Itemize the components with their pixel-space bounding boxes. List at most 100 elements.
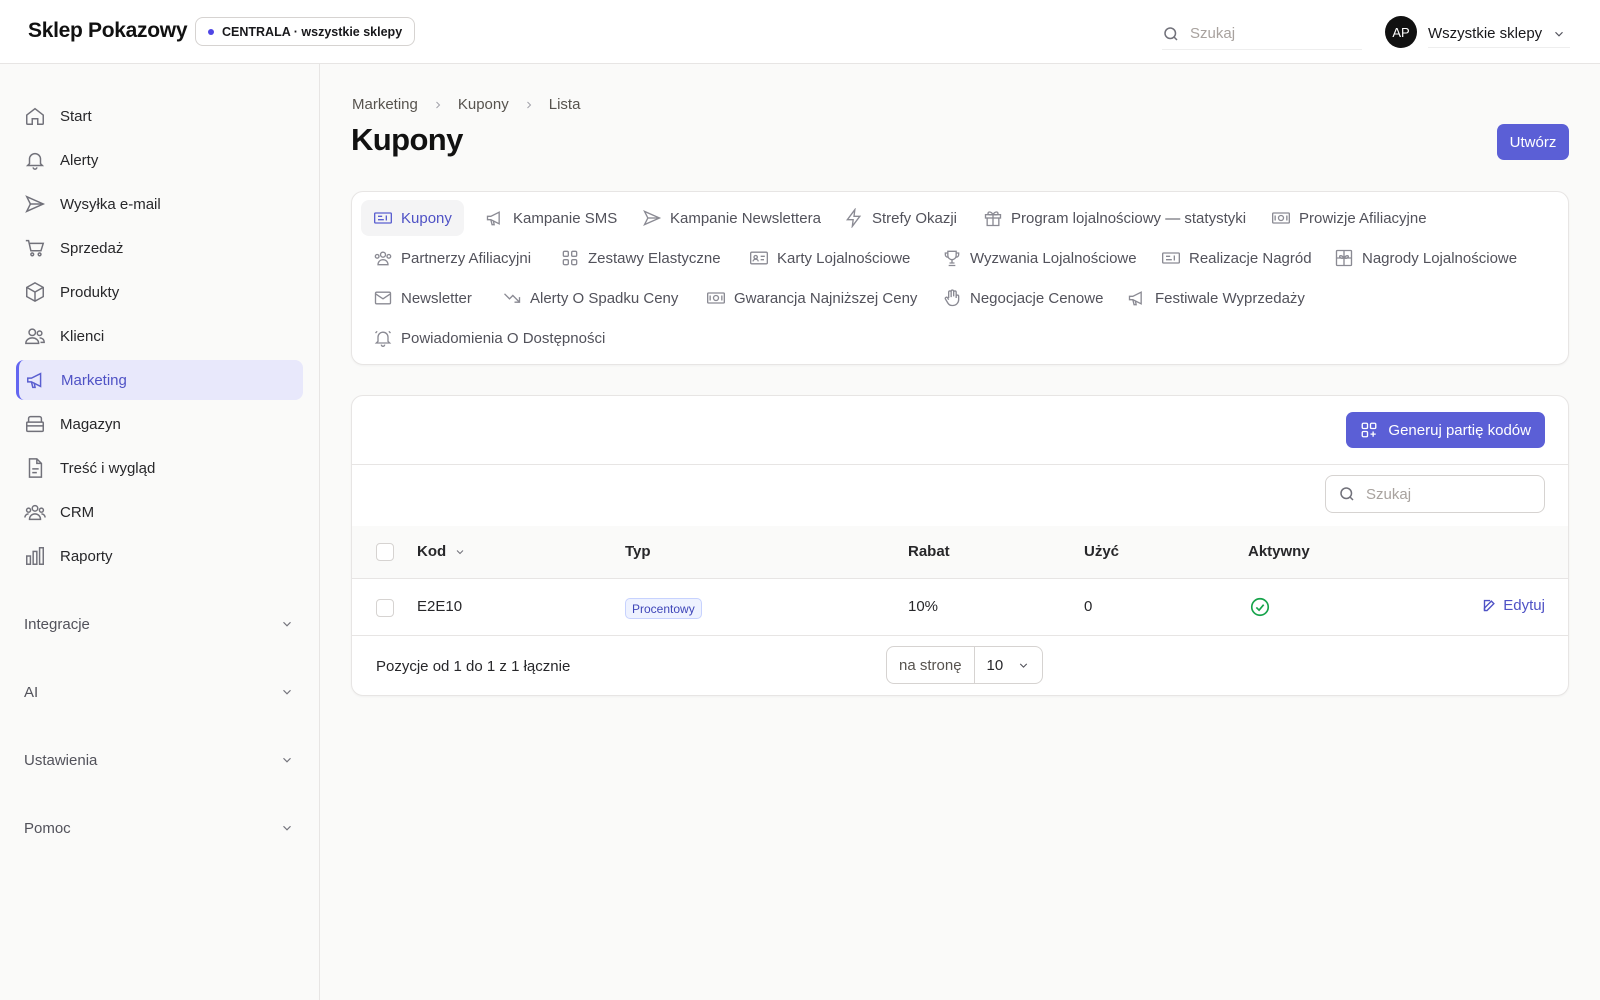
tab-sale-festivals[interactable]: Festiwale Wyprzedaży (1115, 280, 1317, 316)
divider (352, 464, 1568, 465)
check-circle-icon (1250, 597, 1270, 617)
sidebar-item-label: Sprzedaż (60, 239, 124, 257)
cart-icon (25, 239, 45, 257)
tab-flexible-bundles[interactable]: Zestawy Elastyczne (548, 240, 733, 276)
sidebar-item-crm[interactable]: CRM (16, 492, 303, 532)
chevron-right-icon (436, 101, 441, 108)
sidebar-group-help[interactable]: Pomoc (24, 816, 294, 840)
sidebar-item-marketing[interactable]: Marketing (16, 360, 303, 400)
sidebar-item-label: Wysyłka e-mail (60, 195, 161, 213)
per-page-label: na stronę (887, 647, 975, 683)
sidebar-item-products[interactable]: Produkty (16, 272, 303, 312)
sidebar-item-alerts[interactable]: Alerty (16, 140, 303, 180)
store-context-label: CENTRALA · wszystkie sklepy (222, 24, 403, 39)
bell-ring-icon (374, 330, 392, 347)
coupon-uses: 0 (1084, 598, 1093, 615)
edit-button[interactable]: Edytuj (1482, 597, 1545, 614)
tab-label: Kampanie Newslettera (670, 209, 821, 227)
tab-label: Negocjacje Cenowe (970, 289, 1104, 307)
sidebar-item-label: Marketing (61, 371, 127, 389)
document-icon (28, 458, 43, 478)
select-all-checkbox[interactable] (376, 543, 394, 561)
sidebar-item-reports[interactable]: Raporty (16, 536, 303, 576)
breadcrumb-coupons[interactable]: Kupony (458, 96, 509, 113)
per-page-select[interactable]: na stronę 10 (886, 646, 1044, 684)
sidebar-item-customers[interactable]: Klienci (16, 316, 303, 356)
megaphone-icon (486, 211, 500, 226)
store-context-badge[interactable]: CENTRALA · wszystkie sklepy (195, 17, 416, 46)
tab-affiliate-partners[interactable]: Partnerzy Afiliacyjni (361, 240, 543, 276)
chevron-down-icon (1555, 31, 1564, 37)
sidebar-item-content[interactable]: Treść i wygląd (16, 448, 303, 488)
tab-label: Kampanie SMS (513, 209, 618, 227)
tab-newsletter-campaigns[interactable]: Kampanie Newslettera (630, 200, 833, 236)
sidebar-item-sales[interactable]: Sprzedaż (16, 228, 303, 268)
per-page-value-box[interactable]: 10 (975, 647, 1043, 683)
tab-label: Newsletter (401, 289, 472, 307)
tab-label: Realizacje Nagród (1189, 249, 1312, 267)
tab-deal-zones[interactable]: Strefy Okazji (832, 200, 969, 236)
sidebar-item-warehouse[interactable]: Magazyn (16, 404, 303, 444)
column-code[interactable]: Kod (417, 543, 466, 560)
tab-lowest-price-guarantee[interactable]: Gwarancja Najniższej Ceny (694, 280, 929, 316)
banknote-icon (707, 292, 725, 304)
send-icon (25, 195, 46, 213)
generate-codes-button[interactable]: Generuj partię kodów (1346, 412, 1545, 448)
column-active: Aktywny (1248, 543, 1310, 560)
bar-chart-icon (26, 547, 44, 565)
create-button[interactable]: Utwórz (1497, 124, 1569, 160)
sidebar-item-label: Start (60, 107, 92, 125)
coupon-discount: 10% (908, 598, 939, 615)
tab-newsletter[interactable]: Newsletter (361, 280, 484, 316)
tab-reward-redemptions[interactable]: Realizacje Nagród (1149, 240, 1324, 276)
tab-price-negotiations[interactable]: Negocjacje Cenowe (930, 280, 1115, 316)
table-row: E2E10 Procentowy 10% 0 Edytuj (352, 579, 1568, 636)
sidebar-item-start[interactable]: Start (16, 96, 303, 136)
avatar[interactable]: AP (1385, 16, 1417, 48)
tab-loyalty-rewards[interactable]: Nagrody Lojalnościowe (1322, 240, 1529, 276)
coupons-list: Generuj partię kodów Szukaj Kod Typ Raba… (351, 395, 1569, 696)
tab-price-drop-alerts[interactable]: Alerty O Spadku Ceny (490, 280, 690, 316)
sidebar-group-ai[interactable]: AI (24, 680, 294, 704)
search-icon (1164, 26, 1178, 41)
home-icon (26, 107, 44, 125)
grid-icon (562, 250, 578, 266)
sidebar-item-label: Alerty (60, 151, 99, 169)
edit-label: Edytuj (1503, 597, 1545, 614)
brand-name[interactable]: Sklep Pokazowy (28, 19, 188, 43)
banknote-icon (1272, 212, 1290, 224)
chevron-down-icon (1020, 662, 1028, 668)
tab-label: Karty Lojalnościowe (777, 249, 911, 267)
tab-affiliate-commissions[interactable]: Prowizje Afiliacyjne (1259, 200, 1439, 236)
tab-availability-notifications[interactable]: Powiadomienia O Dostępności (361, 320, 617, 356)
top-bar: Sklep Pokazowy CENTRALA · wszystkie skle… (0, 0, 1600, 64)
sidebar: Start Alerty Wysyłka e-mail Sprzedaż Pro… (0, 64, 320, 1000)
tab-label: Zestawy Elastyczne (588, 249, 721, 267)
sidebar-group-integrations[interactable]: Integracje (24, 612, 294, 636)
search-icon (1340, 487, 1354, 501)
tab-loyalty-stats[interactable]: Program lojalnościowy — statystyki (971, 200, 1258, 236)
users-icon (25, 328, 45, 345)
sidebar-item-email[interactable]: Wysyłka e-mail (16, 184, 303, 224)
tab-label: Strefy Okazji (872, 209, 958, 227)
row-checkbox[interactable] (376, 599, 394, 617)
coupon-type-badge: Procentowy (625, 598, 702, 619)
pagination-summary: Pozycje od 1 do 1 z 1 łącznie (376, 658, 571, 675)
megaphone-icon (27, 372, 42, 389)
store-selector-label: Wszystkie sklepy (1428, 25, 1543, 42)
global-search[interactable]: Szukaj (1162, 18, 1362, 50)
breadcrumb-marketing[interactable]: Marketing (352, 96, 418, 113)
store-selector[interactable]: Wszystkie sklepy (1428, 20, 1571, 48)
tab-loyalty-challenges[interactable]: Wyzwania Lojalnościowe (930, 240, 1149, 276)
trophy-icon (944, 250, 960, 267)
sidebar-group-label: AI (24, 683, 39, 701)
sidebar-group-settings[interactable]: Ustawienia (24, 748, 294, 772)
marketing-tabs: Kupony Kampanie SMS Kampanie Newslettera… (351, 191, 1569, 365)
sidebar-item-label: Klienci (60, 327, 105, 345)
table-search-input[interactable]: Szukaj (1325, 475, 1545, 513)
generate-codes-label: Generuj partię kodów (1388, 421, 1531, 439)
chevron-down-icon (283, 825, 291, 831)
tab-coupons[interactable]: Kupony (361, 200, 464, 236)
tab-sms-campaigns[interactable]: Kampanie SMS (473, 200, 629, 236)
tab-loyalty-cards[interactable]: Karty Lojalnościowe (737, 240, 922, 276)
